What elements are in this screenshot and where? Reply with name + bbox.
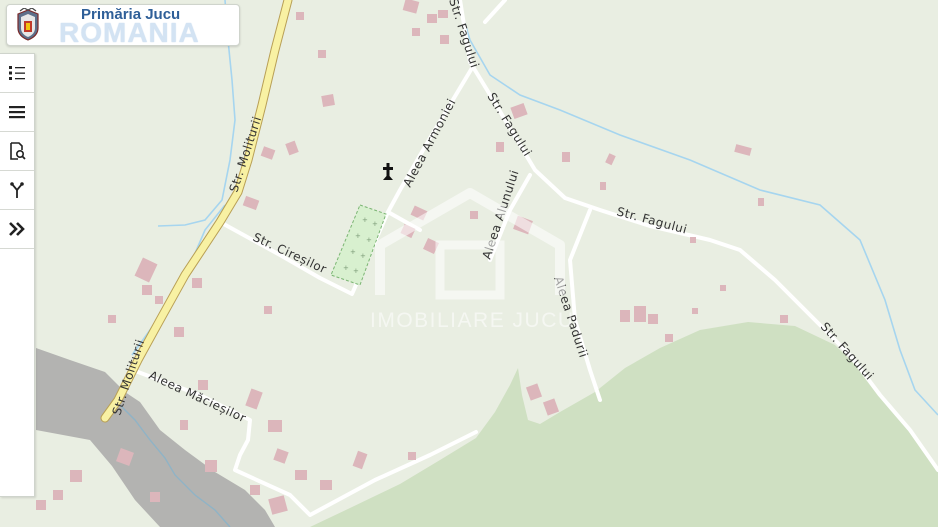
svg-text:+: + bbox=[350, 248, 356, 256]
map-toolbar bbox=[0, 53, 35, 497]
svg-text:+: + bbox=[362, 216, 368, 224]
legend-list-icon bbox=[9, 66, 25, 80]
svg-text:+: + bbox=[372, 220, 378, 228]
coat-of-arms-icon bbox=[17, 8, 39, 41]
svg-text:+: + bbox=[343, 264, 349, 272]
svg-text:+: + bbox=[355, 232, 361, 240]
brand-header[interactable]: ROMANIA Primăria Jucu bbox=[6, 4, 240, 48]
svg-text:+: + bbox=[366, 236, 372, 244]
document-search-button[interactable] bbox=[0, 132, 34, 171]
svg-text:+: + bbox=[353, 267, 359, 275]
expand-chevrons-icon bbox=[9, 222, 25, 236]
map-canvas[interactable]: + + + + + + + + Str. Moliturii Str. Moli… bbox=[0, 0, 938, 527]
svg-text:+: + bbox=[360, 252, 366, 260]
route-button[interactable] bbox=[0, 171, 34, 210]
brand-title: Primăria Jucu bbox=[81, 6, 181, 23]
expand-button[interactable] bbox=[0, 210, 34, 249]
menu-icon bbox=[9, 106, 25, 119]
menu-button[interactable] bbox=[0, 93, 34, 132]
legend-button[interactable] bbox=[0, 54, 34, 93]
route-branch-icon bbox=[10, 182, 24, 198]
document-search-icon bbox=[10, 142, 26, 160]
